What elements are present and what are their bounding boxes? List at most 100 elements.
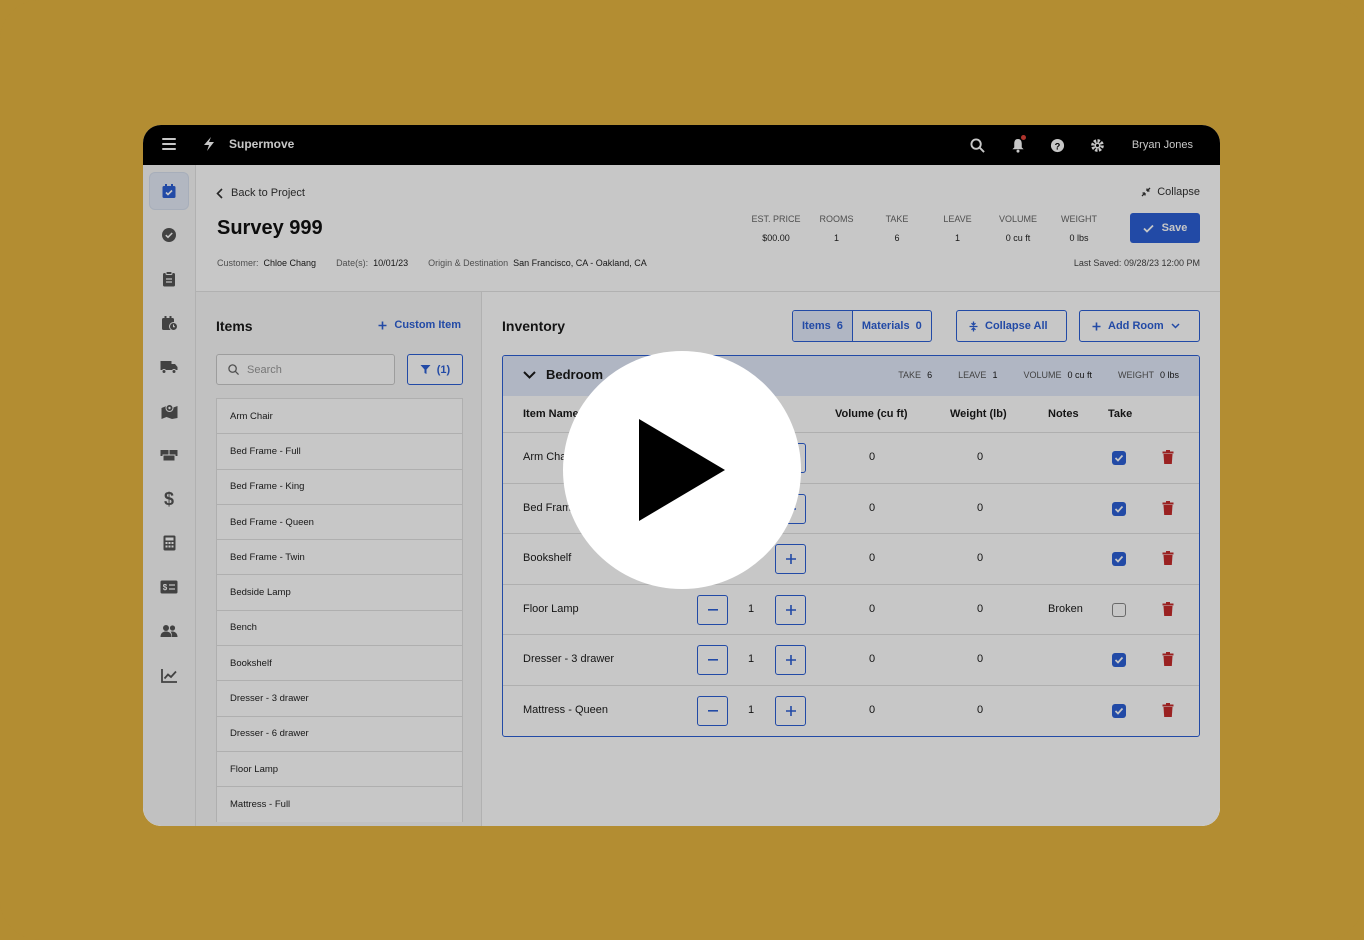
- sidebar-calendar-clock-icon[interactable]: [149, 304, 189, 342]
- stat-weight: WEIGHT 0 lbs: [1061, 214, 1097, 243]
- increment-button[interactable]: [775, 695, 806, 726]
- add-room-button[interactable]: Add Room: [1079, 310, 1200, 342]
- item-list: Arm Chair Bed Frame - Full Bed Frame - K…: [216, 398, 463, 822]
- sidebar: $ $: [143, 165, 196, 826]
- take-checkbox[interactable]: [1112, 552, 1126, 566]
- room-name[interactable]: Bedroom: [523, 367, 603, 382]
- collapse-all-label: Collapse All: [985, 320, 1048, 332]
- decrement-button[interactable]: [697, 645, 728, 675]
- row-notes[interactable]: Broken: [1048, 603, 1083, 615]
- custom-item-button[interactable]: Custom Item: [378, 319, 461, 331]
- filter-icon: [420, 365, 431, 374]
- col-weight: Weight (lb): [950, 408, 1007, 420]
- tab-materials[interactable]: Materials 0: [853, 311, 931, 341]
- increment-button[interactable]: [775, 594, 806, 625]
- collapse-vertical-icon: [969, 321, 978, 331]
- list-item[interactable]: Dresser - 6 drawer: [216, 715, 463, 751]
- customer-meta: Customer: Chloe Chang: [217, 258, 316, 268]
- decrement-button[interactable]: [697, 695, 728, 726]
- origin-destination-meta: Origin & Destination San Francisco, CA - …: [428, 258, 647, 268]
- sidebar-clipboard-icon[interactable]: [149, 260, 189, 298]
- take-checkbox[interactable]: [1112, 451, 1126, 465]
- decrement-button[interactable]: [697, 594, 728, 625]
- list-item[interactable]: Bed Frame - Queen: [216, 503, 463, 540]
- plus-icon: [785, 705, 796, 716]
- survey-meta: Customer: Chloe Chang Date(s): 10/01/23 Or…: [217, 258, 647, 268]
- row-item-name: Dresser - 3 drawer: [523, 653, 615, 665]
- take-checkbox[interactable]: [1112, 602, 1126, 617]
- sidebar-invoice-icon[interactable]: $: [149, 568, 189, 606]
- customer-label: Customer:: [217, 258, 259, 268]
- table-row: Dresser - 3 drawer 1 0 0: [503, 635, 1199, 686]
- take-checkbox[interactable]: [1112, 653, 1126, 667]
- row-quantity: 1: [748, 703, 755, 716]
- list-item[interactable]: Bed Frame - King: [216, 468, 463, 504]
- collapse-button[interactable]: Collapse: [1141, 186, 1200, 198]
- back-to-project-link[interactable]: Back to Project: [216, 187, 305, 199]
- play-icon: [639, 419, 725, 521]
- plus-icon: [785, 655, 796, 665]
- list-item[interactable]: Mattress - Full: [216, 786, 463, 822]
- list-item[interactable]: Arm Chair: [216, 398, 463, 434]
- col-notes: Notes: [1048, 408, 1079, 420]
- help-icon[interactable]: ?: [1038, 125, 1078, 165]
- row-weight: 0: [977, 602, 984, 615]
- gear-icon[interactable]: [1078, 125, 1118, 165]
- tab-items[interactable]: Items 6: [793, 311, 853, 341]
- take-checkbox[interactable]: [1112, 501, 1126, 516]
- od-value: San Francisco, CA - Oakland, CA: [513, 258, 647, 268]
- list-item[interactable]: Floor Lamp: [216, 750, 463, 787]
- increment-button[interactable]: [775, 544, 806, 574]
- bell-icon[interactable]: [998, 125, 1038, 165]
- sidebar-truck-icon[interactable]: [149, 348, 189, 386]
- logo-icon: [204, 137, 214, 151]
- top-bar: Supermove ? Bryan Jones: [143, 125, 1220, 165]
- trash-icon[interactable]: [1162, 450, 1174, 467]
- list-item[interactable]: Dresser - 3 drawer: [216, 680, 463, 716]
- list-item[interactable]: Bench: [216, 609, 463, 646]
- trash-icon[interactable]: [1162, 601, 1174, 619]
- take-checkbox[interactable]: [1112, 703, 1126, 718]
- room-leave: LEAVE 1: [958, 370, 998, 380]
- trash-icon[interactable]: [1162, 652, 1174, 669]
- brand[interactable]: Supermove: [201, 136, 294, 152]
- row-volume: 0: [869, 552, 876, 564]
- user-name[interactable]: Bryan Jones: [1118, 139, 1220, 151]
- sidebar-chart-icon[interactable]: [149, 656, 189, 694]
- check-icon: [1143, 224, 1154, 233]
- search-icon[interactable]: [958, 125, 998, 165]
- save-button[interactable]: Save: [1130, 213, 1200, 243]
- col-item-name: Item Name: [523, 408, 579, 420]
- increment-button[interactable]: [775, 645, 806, 675]
- play-button[interactable]: [563, 351, 801, 589]
- sidebar-calendar-check-icon[interactable]: [149, 172, 189, 210]
- list-item[interactable]: Bookshelf: [216, 645, 463, 681]
- stat-leave: LEAVE 1: [943, 214, 972, 243]
- stat-est-price: EST. PRICE $00.00: [751, 214, 801, 243]
- tab-items-label: Items: [802, 320, 831, 332]
- sidebar-calculator-icon[interactable]: [149, 524, 189, 562]
- sidebar-users-icon[interactable]: [149, 612, 189, 650]
- row-item-name: Floor Lamp: [523, 602, 579, 615]
- trash-icon[interactable]: [1162, 551, 1174, 568]
- sidebar-check-circle-icon[interactable]: [149, 216, 189, 254]
- sidebar-boxes-icon[interactable]: [149, 436, 189, 474]
- list-item[interactable]: Bed Frame - Twin: [216, 539, 463, 575]
- row-volume: 0: [869, 703, 876, 716]
- dates-value: 10/01/23: [373, 258, 409, 268]
- search-input[interactable]: Search: [216, 354, 395, 385]
- sidebar-dollar-icon[interactable]: $: [149, 480, 189, 518]
- menu-icon[interactable]: [162, 138, 176, 150]
- trash-icon[interactable]: [1162, 702, 1174, 720]
- row-item-name: Bookshelf: [523, 552, 572, 564]
- sidebar-map-icon[interactable]: [149, 392, 189, 430]
- room-take: TAKE 6: [898, 370, 933, 380]
- stat-rooms: ROOMS 1: [819, 214, 854, 243]
- room-weight: WEIGHT 0 lbs: [1117, 370, 1179, 380]
- list-item[interactable]: Bedside Lamp: [216, 574, 463, 610]
- list-item[interactable]: Bed Frame - Full: [216, 433, 463, 469]
- trash-icon[interactable]: [1162, 500, 1174, 518]
- last-saved: Last Saved: 09/28/23 12:00 PM: [1073, 258, 1200, 268]
- filter-button[interactable]: (1): [407, 354, 463, 385]
- collapse-all-button[interactable]: Collapse All: [956, 310, 1067, 342]
